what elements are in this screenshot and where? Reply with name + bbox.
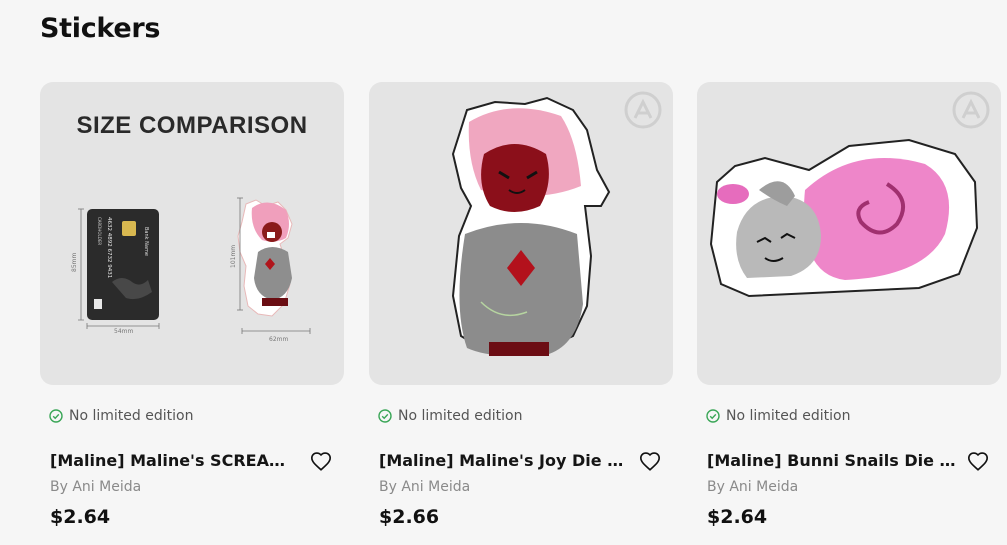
product-title[interactable]: [Maline] Bunni Snails Die C... bbox=[707, 451, 957, 470]
product-author[interactable]: By Ani Meida bbox=[707, 479, 798, 495]
logo-watermark-icon bbox=[952, 91, 990, 129]
product-card[interactable]: SIZE COMPARISON Bank Name 4632 4892 6732… bbox=[40, 82, 344, 532]
svg-text:54mm: 54mm bbox=[114, 328, 133, 335]
product-author[interactable]: By Ani Meida bbox=[50, 479, 141, 495]
svg-text:CARDHOLDER: CARDHOLDER bbox=[97, 217, 102, 245]
heart-outline-icon[interactable] bbox=[639, 451, 661, 473]
sticker-preview-small: 101mm 62mm bbox=[230, 197, 311, 343]
svg-text:62mm: 62mm bbox=[269, 336, 288, 343]
svg-text:101mm: 101mm bbox=[230, 245, 237, 268]
credit-card-graphic: Bank Name 4632 4892 6732 9431 CARDHOLDER… bbox=[71, 208, 160, 335]
product-price: $2.66 bbox=[379, 506, 440, 528]
edition-status: No limited edition bbox=[706, 408, 850, 424]
product-price: $2.64 bbox=[50, 506, 111, 528]
svg-text:4632 4892 6732 9431: 4632 4892 6732 9431 bbox=[106, 217, 112, 278]
heart-outline-icon[interactable] bbox=[310, 451, 332, 473]
logo-watermark-icon bbox=[624, 91, 662, 129]
product-title[interactable]: [Maline] Maline's Joy Die Cu... bbox=[379, 451, 629, 470]
section-title: Stickers bbox=[40, 13, 161, 44]
sticker-illustration bbox=[709, 138, 979, 298]
heart-outline-icon[interactable] bbox=[967, 451, 989, 473]
svg-text:85mm: 85mm bbox=[71, 253, 78, 272]
product-card[interactable]: No limited edition [Maline] Bunni Snails… bbox=[697, 82, 1001, 532]
check-circle-icon bbox=[49, 409, 63, 423]
product-price: $2.64 bbox=[707, 506, 768, 528]
svg-text:Bank Name: Bank Name bbox=[143, 227, 149, 256]
edition-label: No limited edition bbox=[726, 408, 851, 424]
check-circle-icon bbox=[378, 409, 392, 423]
product-image[interactable] bbox=[369, 82, 673, 385]
product-author[interactable]: By Ani Meida bbox=[379, 479, 470, 495]
sticker-illustration bbox=[451, 96, 611, 356]
edition-label: No limited edition bbox=[398, 408, 523, 424]
product-title[interactable]: [Maline] Maline's SCREAM o... bbox=[50, 451, 300, 470]
edition-status: No limited edition bbox=[49, 408, 193, 424]
check-circle-icon bbox=[706, 409, 720, 423]
edition-label: No limited edition bbox=[69, 408, 194, 424]
product-card[interactable]: No limited edition [Maline] Maline's Joy… bbox=[369, 82, 673, 532]
edition-status: No limited edition bbox=[378, 408, 522, 424]
product-image[interactable]: SIZE COMPARISON Bank Name 4632 4892 6732… bbox=[40, 82, 344, 385]
product-image[interactable] bbox=[697, 82, 1001, 385]
